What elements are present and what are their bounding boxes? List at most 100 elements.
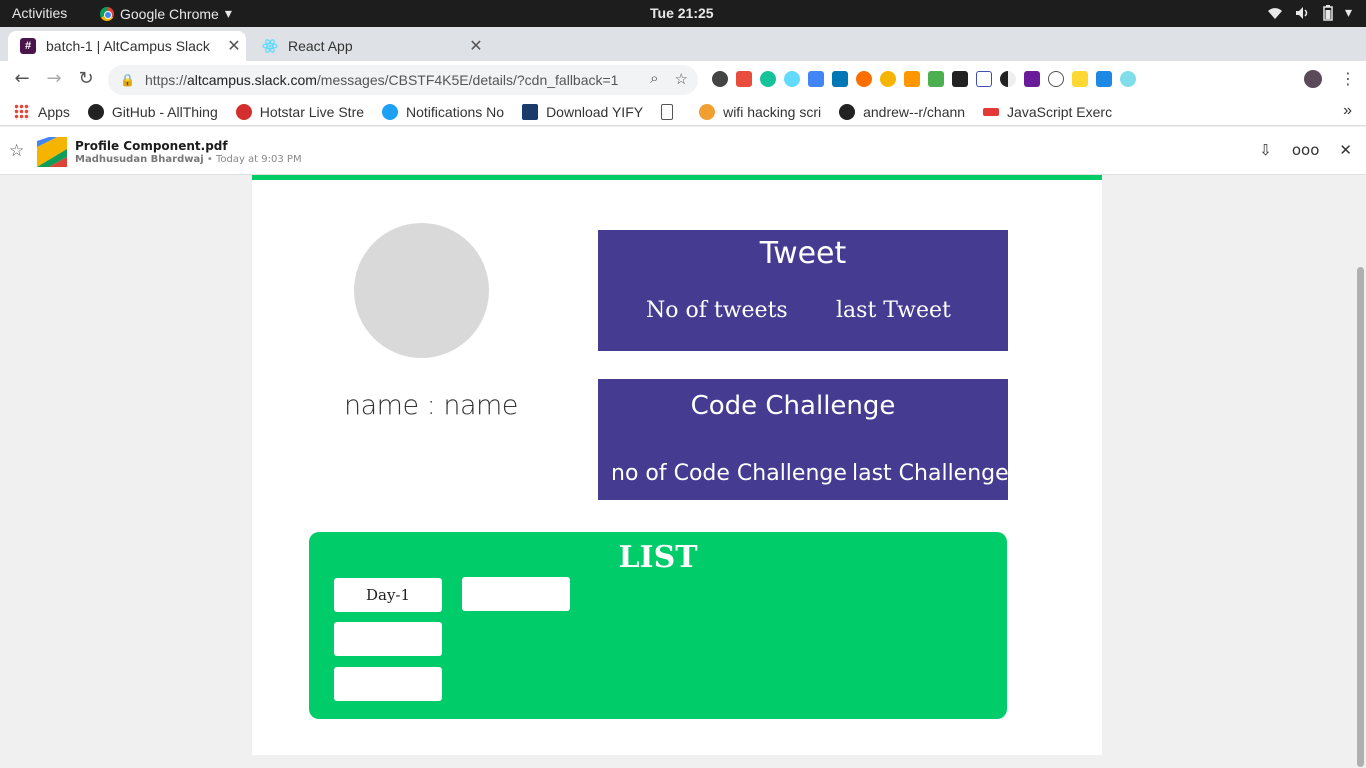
list-panel: LIST Day-1 bbox=[309, 532, 1007, 719]
bookmark-github-allthing[interactable]: GitHub - AllThing bbox=[87, 103, 218, 120]
close-icon[interactable]: ✕ bbox=[1339, 141, 1352, 159]
globe-icon bbox=[699, 103, 716, 120]
system-top-bar: Activities Google Chrome ▾ Tue 21:25 ▾ bbox=[0, 0, 1366, 27]
file-viewer-header: ☆ Profile Component.pdf Madhusudan Bhard… bbox=[0, 127, 1366, 175]
pdf-file-thumbnail-icon bbox=[37, 137, 67, 167]
back-arrow-icon[interactable]: ← bbox=[10, 68, 34, 89]
url-host: altcampus.slack.com bbox=[186, 72, 317, 88]
star-icon[interactable]: ☆ bbox=[9, 141, 24, 161]
bookmark-label: Notifications No bbox=[406, 103, 505, 120]
camera-extension-icon[interactable] bbox=[952, 71, 968, 87]
sticky-notes-extension-icon[interactable] bbox=[1072, 71, 1088, 87]
bookmark-label: andrew--r/chann bbox=[863, 103, 966, 120]
profile-avatar[interactable] bbox=[1304, 70, 1322, 88]
more-menu-icon[interactable]: ⋮ bbox=[1340, 69, 1356, 88]
system-tray[interactable]: ▾ bbox=[1267, 4, 1352, 21]
battery-icon bbox=[1323, 4, 1333, 21]
react-devtools-extension-icon[interactable] bbox=[784, 71, 800, 87]
meta-separator: • bbox=[206, 154, 213, 165]
tab-strip: # batch-1 | AltCampus Slack ✕ React App … bbox=[0, 27, 1366, 82]
bookmark-label: JavaScript Exerc bbox=[1007, 103, 1113, 120]
bookmarks-bar: Apps GitHub - AllThing Hotstar Live Stre… bbox=[0, 98, 1366, 126]
tweet-card: Tweet No of tweets last Tweet bbox=[598, 230, 1008, 351]
yify-icon bbox=[522, 103, 539, 120]
code-extension-icon[interactable] bbox=[1048, 71, 1064, 87]
extensions-area bbox=[712, 71, 1136, 87]
bookmark-github-andrew[interactable]: andrew--r/chann bbox=[839, 103, 966, 120]
forward-arrow-icon[interactable]: → bbox=[42, 68, 66, 89]
w3resource-icon bbox=[983, 107, 1000, 116]
bookmark-javascript-exercises[interactable]: JavaScript Exerc bbox=[983, 104, 1112, 120]
tweet-count-label: No of tweets bbox=[646, 298, 788, 323]
bookmark-apps[interactable]: Apps bbox=[14, 103, 70, 120]
more-bookmarks-icon[interactable]: » bbox=[1343, 102, 1352, 120]
file-name[interactable]: Profile Component.pdf bbox=[75, 139, 228, 153]
file-meta: Madhusudan Bhardwaj • Today at 9:03 PM bbox=[75, 154, 302, 165]
volume-icon bbox=[1295, 6, 1308, 19]
file-author[interactable]: Madhusudan Bhardwaj bbox=[75, 154, 204, 165]
file-timestamp[interactable]: Today at 9:03 PM bbox=[216, 154, 302, 165]
bookmark-twitter-notifications[interactable]: Notifications No bbox=[382, 103, 505, 120]
github-icon bbox=[839, 103, 856, 120]
zoom-icon[interactable]: ⌕ bbox=[650, 70, 658, 88]
bookmark-label: wifi hacking scri bbox=[723, 103, 822, 120]
app-menu[interactable]: Google Chrome ▾ bbox=[100, 5, 232, 22]
bookmark-hotstar[interactable]: Hotstar Live Stre bbox=[235, 103, 364, 120]
more-actions-icon[interactable]: ooo bbox=[1292, 141, 1320, 159]
chevron-down-icon: ▾ bbox=[1344, 4, 1352, 20]
bookmark-label: Download YIFY bbox=[546, 103, 644, 120]
bookmark-blank-page[interactable] bbox=[661, 103, 681, 120]
wifi-icon bbox=[1267, 7, 1282, 19]
list-item bbox=[334, 622, 442, 656]
page-icon bbox=[661, 103, 674, 120]
reload-icon[interactable]: ↻ bbox=[74, 68, 98, 89]
tab-slack[interactable]: # batch-1 | AltCampus Slack ✕ bbox=[8, 31, 246, 61]
close-tab-icon[interactable]: ✕ bbox=[464, 36, 488, 56]
timer-extension-icon[interactable] bbox=[1120, 71, 1136, 87]
download-arrow-extension-icon[interactable] bbox=[904, 71, 920, 87]
slack-favicon-icon: # bbox=[20, 38, 36, 54]
download-cloud-icon[interactable]: ⇩ bbox=[1259, 141, 1272, 159]
triangle-extension-icon[interactable] bbox=[976, 71, 992, 87]
url-prefix: https:// bbox=[144, 72, 187, 88]
twitter-icon bbox=[382, 103, 399, 120]
code-challenge-card: Code Challenge no of Code Challenge last… bbox=[598, 379, 1009, 500]
tab-react-app[interactable]: React App ✕ bbox=[250, 31, 488, 61]
code-challenge-card-title: Code Challenge bbox=[690, 391, 896, 421]
purple-extension-icon[interactable] bbox=[1024, 71, 1040, 87]
gear-extension-icon[interactable] bbox=[880, 71, 896, 87]
list-item bbox=[462, 577, 570, 611]
calendar-extension-icon[interactable] bbox=[736, 71, 752, 87]
viewer-scrollbar[interactable] bbox=[1354, 175, 1366, 768]
bookmark-yify[interactable]: Download YIFY bbox=[522, 103, 644, 120]
code-challenge-count-label: no of Code Challenge bbox=[611, 461, 847, 486]
clock[interactable]: Tue 21:25 bbox=[650, 5, 714, 21]
chevron-down-icon: ▾ bbox=[224, 5, 232, 21]
react-blue-extension-icon[interactable] bbox=[1096, 71, 1112, 87]
bookmark-label: GitHub - AllThing bbox=[111, 103, 218, 120]
grammarly-extension-icon[interactable] bbox=[760, 71, 776, 87]
apps-grid-icon bbox=[14, 103, 30, 120]
fire-extension-icon[interactable] bbox=[856, 71, 872, 87]
hotstar-icon bbox=[235, 103, 252, 120]
close-tab-icon[interactable]: ✕ bbox=[222, 36, 246, 56]
github-icon bbox=[87, 103, 104, 120]
list-item: Day-1 bbox=[334, 578, 442, 612]
green-download-extension-icon[interactable] bbox=[928, 71, 944, 87]
list-item bbox=[334, 667, 442, 701]
tab-title: React App bbox=[288, 38, 353, 54]
translate-extension-icon[interactable] bbox=[808, 71, 824, 87]
dark-mode-extension-icon[interactable] bbox=[1000, 71, 1016, 87]
activities-button[interactable]: Activities bbox=[12, 5, 67, 21]
bookmark-label: Apps bbox=[38, 103, 70, 120]
list-title: LIST bbox=[618, 540, 698, 575]
speedometer-extension-icon[interactable] bbox=[712, 71, 728, 87]
file-actions: ⇩ ooo ✕ bbox=[1259, 141, 1352, 159]
profile-name-label: name : name bbox=[344, 390, 518, 421]
scrollbar-thumb[interactable] bbox=[1357, 267, 1364, 767]
bookmark-star-icon[interactable]: ☆ bbox=[675, 70, 688, 88]
bookmark-wifi-hacking[interactable]: wifi hacking scri bbox=[699, 103, 822, 120]
linkedin-extension-icon[interactable] bbox=[832, 71, 848, 87]
browser-toolbar: ← → ↻ 🔒 https://altcampus.slack.com/mess… bbox=[0, 61, 1366, 98]
address-bar[interactable]: 🔒 https://altcampus.slack.com/messages/C… bbox=[108, 65, 698, 95]
